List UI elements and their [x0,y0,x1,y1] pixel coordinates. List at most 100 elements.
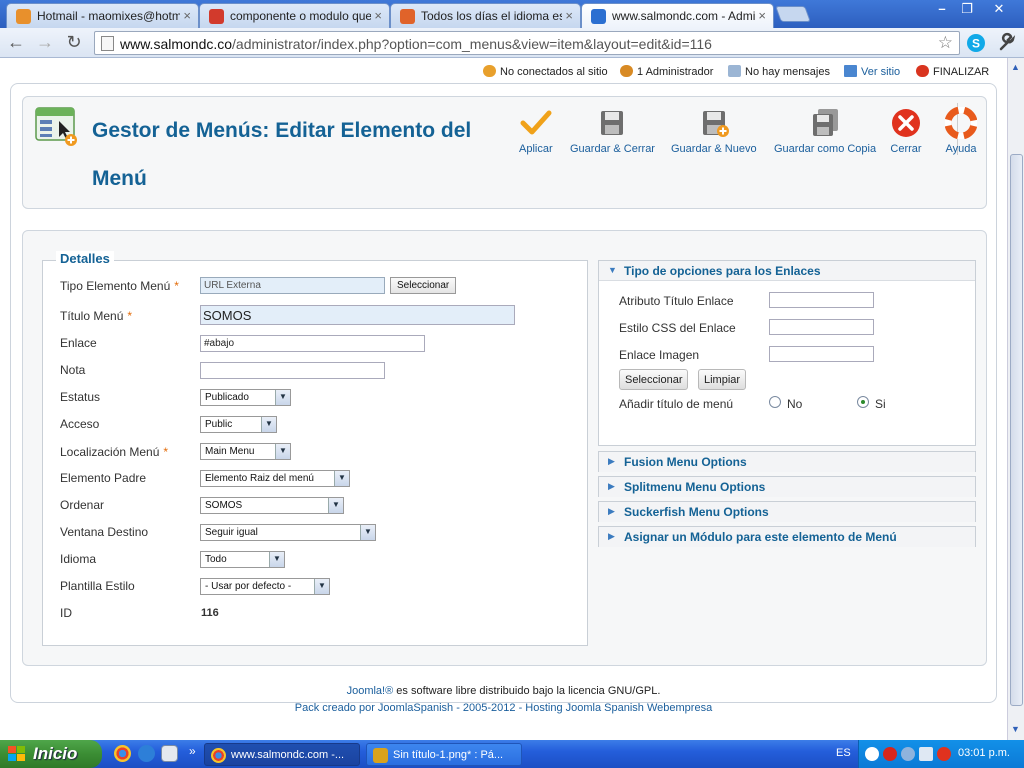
close-window-icon[interactable]: ✕ [984,0,1014,18]
yes-label: Si [875,397,886,411]
browser-tab-idioma[interactable]: Todos los días el idioma españ × [390,3,581,28]
tab-title: www.salmondc.com - Adminis [612,9,755,23]
page-title: Gestor de Menús: Editar Elemento del Men… [92,119,472,190]
browser-tab-componente[interactable]: componente o modulo que de × [199,3,390,28]
select-type-button[interactable]: Seleccionar [390,277,457,294]
status-messages[interactable]: No hay mensajes [728,65,830,78]
link-image-input[interactable] [769,346,874,362]
taskbar-item-chrome[interactable]: www.salmondc.com -... [204,743,360,766]
reload-icon[interactable]: ↻ [62,31,86,55]
status-not-connected: No conectados al sitio [483,65,608,78]
status-label: Estatus [60,390,101,404]
chevron-down-icon: ▼ [269,552,284,567]
select-image-button[interactable]: Seleccionar [619,369,689,390]
target-window-select[interactable]: Seguir igual ▼ [200,524,376,541]
triangle-down-icon: ▼ [608,265,617,275]
css-style-input[interactable] [769,319,874,335]
tab-close-icon[interactable]: × [374,8,382,23]
scroll-up-icon[interactable]: ▲ [1011,62,1020,72]
tab-title: Hotmail - maomixes@hotmail. [37,9,180,23]
note-input[interactable] [200,362,385,379]
scrollbar-thumb[interactable] [1010,154,1023,706]
back-arrow-icon[interactable]: ← [4,31,28,55]
language-indicator[interactable]: ES [836,747,851,759]
tab-close-icon[interactable]: × [183,8,191,23]
view-site-link[interactable]: Ver sitio [844,65,900,78]
menu-title-label: Título Menú * [60,309,133,323]
apply-button[interactable]: Aplicar [519,107,553,155]
status-select[interactable]: Publicado ▼ [200,389,291,406]
chrome-quicklaunch-icon[interactable] [114,745,131,762]
language-select[interactable]: Todo ▼ [200,551,285,568]
link-options-header[interactable]: ▼ Tipo de opciones para los Enlaces [599,261,975,281]
bookmark-star-icon[interactable]: ☆ [938,33,953,53]
template-style-select[interactable]: - Usar por defecto - ▼ [200,578,330,595]
title-attr-input[interactable] [769,292,874,308]
network-icon[interactable] [901,747,915,761]
id-label: ID [60,606,72,620]
browser-tab-hotmail[interactable]: Hotmail - maomixes@hotmail. × [6,3,199,28]
wrench-icon[interactable] [996,32,1018,54]
address-bar[interactable]: www.salmondc.co/administrator/index.php?… [94,31,960,55]
taskbar-item-fireworks[interactable]: Sin título-1.png* : Pá... [366,743,522,766]
outlook-quicklaunch-icon[interactable] [161,745,178,762]
antivirus-icon[interactable] [883,747,897,761]
clear-image-button[interactable]: Limpiar [698,369,747,390]
order-select[interactable]: SOMOS ▼ [200,497,344,514]
panel-header[interactable]: ▶ Suckerfish Menu Options [599,502,975,522]
tab-close-icon[interactable]: × [758,8,766,23]
menu-location-select[interactable]: Main Menu ▼ [200,443,291,460]
skype-icon[interactable]: S [965,32,987,54]
required-mark: * [174,279,179,293]
url-path: /administrator/index.php?option=com_menu… [232,36,712,52]
assign-module-panel[interactable]: ▶ Asignar un Módulo para este elemento d… [598,526,976,547]
security-alert-icon[interactable] [937,747,951,761]
forward-arrow-icon[interactable]: → [33,31,57,55]
add-title-yes-radio[interactable] [857,396,869,408]
minimize-icon[interactable]: – [928,0,956,18]
save-close-button[interactable]: Guardar & Cerrar [570,107,655,155]
menu-title-input[interactable]: SOMOS [200,305,515,325]
vertical-scrollbar[interactable]: ▲ ▼ [1007,58,1024,740]
suckerfish-options-panel[interactable]: ▶ Suckerfish Menu Options [598,501,976,522]
browser-toolbar: ← → ↻ www.salmondc.co/administrator/inde… [0,28,1024,58]
ie-quicklaunch-icon[interactable] [138,745,155,762]
save-new-button[interactable]: Guardar & Nuevo [671,107,757,155]
access-select[interactable]: Public ▼ [200,416,277,433]
quicklaunch-expand-icon[interactable]: » [189,744,196,758]
save-copy-icon [813,109,839,136]
close-button[interactable]: Cerrar [890,107,922,155]
joomla-favicon-icon [591,9,606,24]
start-button[interactable]: Inicio [0,740,102,768]
address-url[interactable]: www.salmondc.co/administrator/index.php?… [120,36,712,52]
scroll-down-icon[interactable]: ▼ [1011,724,1020,734]
joomla-link[interactable]: Joomla!® [347,685,394,697]
menu-item-type-field: URL Externa [200,277,385,294]
browser-tab-salmondc[interactable]: www.salmondc.com - Adminis × [581,3,774,28]
tab-close-icon[interactable]: × [565,8,573,23]
panel-header[interactable]: ▶ Splitmenu Menu Options [599,477,975,497]
save-copy-button[interactable]: Guardar como Copia [774,107,876,155]
add-title-no-radio[interactable] [769,396,781,408]
parent-item-select[interactable]: Elemento Raiz del menú ▼ [200,470,350,487]
menu-location-label: Localización Menú * [60,445,169,459]
admin-status-bar: No conectados al sitio 1 Administrador N… [480,62,989,82]
panel-header[interactable]: ▶ Fusion Menu Options [599,452,975,472]
link-input[interactable]: #abajo [200,335,425,352]
volume-icon[interactable] [919,747,933,761]
fusion-menu-options-panel[interactable]: ▶ Fusion Menu Options [598,451,976,472]
new-tab-button[interactable] [775,6,811,22]
chevron-down-icon: ▼ [360,525,375,540]
tray-back-icon[interactable] [865,747,879,761]
link-label: Enlace [60,336,97,350]
triangle-right-icon: ▶ [608,531,615,541]
template-style-label: Plantilla Estilo [60,579,135,593]
help-button[interactable]: Ayuda [945,107,977,155]
logout-link[interactable]: FINALIZAR [916,65,989,78]
footer-credits[interactable]: Pack creado por JoomlaSpanish - 2005-201… [0,702,1007,714]
maximize-icon[interactable]: ❐ [953,0,981,18]
splitmenu-options-panel[interactable]: ▶ Splitmenu Menu Options [598,476,976,497]
title-attr-label: Atributo Título Enlace [619,294,734,308]
chevron-down-icon: ▼ [328,498,343,513]
panel-header[interactable]: ▶ Asignar un Módulo para este elemento d… [599,527,975,547]
